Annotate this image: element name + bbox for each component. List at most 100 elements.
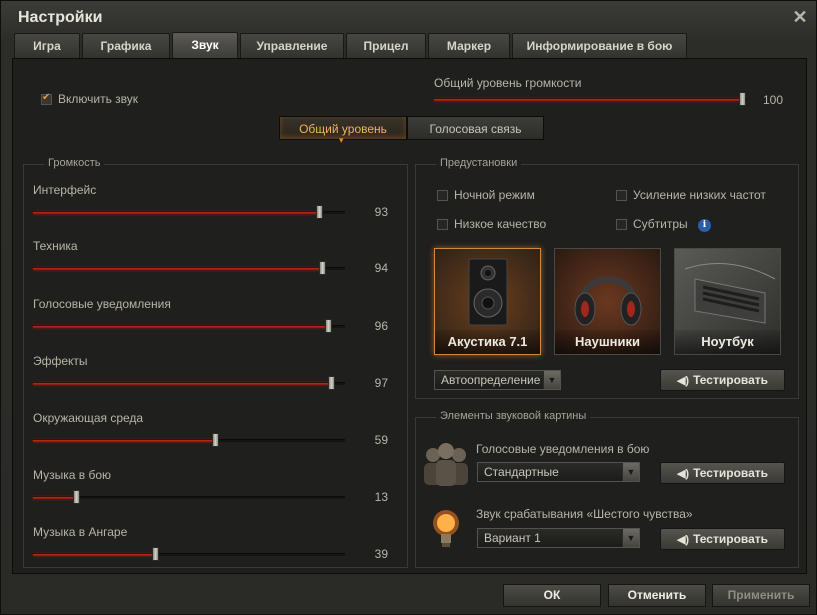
- preset-card-headphones[interactable]: Наушники: [554, 248, 661, 355]
- slider-fill: [33, 383, 331, 385]
- volume-slider-value: 94: [374, 261, 388, 275]
- preset-card-acoustics[interactable]: Акустика 7.1: [434, 248, 541, 355]
- test-device-button[interactable]: ◀) Тестировать: [660, 369, 785, 391]
- voice-notifications-value: Стандартные: [484, 465, 559, 479]
- slider-thumb[interactable]: [324, 319, 332, 333]
- chevron-down-icon: ▼: [543, 371, 560, 389]
- tab-game[interactable]: Игра: [14, 33, 80, 58]
- subtitles-label: Субтитры: [633, 217, 688, 231]
- slider-thumb[interactable]: [72, 490, 80, 504]
- speaker-icon: ◀): [676, 375, 690, 387]
- bass-boost-label: Усиление низких частот: [633, 188, 766, 202]
- volume-slider-value: 13: [374, 490, 388, 504]
- tab-controls[interactable]: Управление: [240, 33, 344, 58]
- night-mode-label: Ночной режим: [454, 188, 535, 202]
- volume-slider[interactable]: [33, 205, 345, 219]
- tab-battle-notifications[interactable]: Информирование в бою: [512, 33, 687, 58]
- volume-slider-value: 93: [374, 205, 388, 219]
- preset-card-label: Акустика 7.1: [435, 330, 540, 354]
- volume-slider[interactable]: [33, 319, 345, 333]
- voice-notifications-label: Голосовые уведомления в бою: [476, 442, 650, 456]
- volume-slider-label: Окружающая среда: [33, 411, 144, 425]
- speaker-icon: [468, 258, 508, 326]
- test-voice-button[interactable]: ◀) Тестировать: [660, 462, 785, 484]
- slider-thumb[interactable]: [318, 261, 326, 275]
- sixth-sense-select[interactable]: Вариант 1 ▼: [477, 528, 640, 548]
- chevron-down-icon: ▾: [339, 135, 344, 145]
- subtitles-checkbox[interactable]: [616, 219, 627, 230]
- device-select-value: Автоопределение: [441, 373, 541, 387]
- bass-boost-checkbox[interactable]: [616, 190, 627, 201]
- volume-slider[interactable]: [33, 433, 345, 447]
- slider-thumb[interactable]: [212, 433, 220, 447]
- chevron-down-icon: ▼: [622, 529, 639, 547]
- ok-button[interactable]: ОК: [503, 584, 601, 607]
- test-sixth-sense-label: Тестировать: [693, 532, 769, 546]
- slider-thumb[interactable]: [739, 92, 746, 106]
- slider-fill: [434, 99, 742, 101]
- tab-marker[interactable]: Маркер: [428, 33, 510, 58]
- enable-sound-label: Включить звук: [58, 92, 139, 106]
- night-mode-checkbox[interactable]: [437, 190, 448, 201]
- volume-slider-label: Голосовые уведомления: [33, 297, 171, 311]
- close-icon[interactable]: ✕: [790, 7, 810, 27]
- volume-slider[interactable]: [33, 376, 345, 390]
- volume-group-title: Громкость: [44, 157, 105, 169]
- chevron-down-icon: ▼: [622, 463, 639, 481]
- master-volume-slider[interactable]: [434, 92, 747, 106]
- lightbulb-icon: [433, 510, 459, 547]
- speaker-icon: ◀): [676, 534, 690, 546]
- preset-card-label: Ноутбук: [675, 330, 780, 354]
- test-sixth-sense-button[interactable]: ◀) Тестировать: [660, 528, 785, 550]
- volume-slider-value: 96: [374, 319, 388, 333]
- low-quality-label: Низкое качество: [454, 217, 547, 231]
- volume-slider[interactable]: [33, 547, 345, 561]
- device-select[interactable]: Автоопределение ▼: [434, 370, 561, 390]
- volume-slider-value: 97: [374, 376, 388, 390]
- slider-thumb[interactable]: [151, 547, 159, 561]
- sound-elements-title: Элементы звуковой картины: [436, 410, 591, 422]
- master-volume-value: 100: [762, 93, 783, 107]
- slider-fill: [33, 326, 328, 328]
- test-device-label: Тестировать: [693, 373, 769, 387]
- window-title: Настройки: [18, 9, 103, 26]
- settings-window: Настройки ✕ Игра Графика Звук Управление…: [0, 0, 817, 615]
- cancel-button[interactable]: Отменить: [608, 584, 706, 607]
- volume-slider[interactable]: [33, 261, 345, 275]
- enable-sound-checkbox[interactable]: [41, 92, 52, 105]
- voice-notifications-select[interactable]: Стандартные ▼: [477, 462, 640, 482]
- tab-crosshair[interactable]: Прицел: [346, 33, 426, 58]
- volume-slider-label: Техника: [33, 239, 78, 253]
- slider-fill: [33, 497, 76, 499]
- volume-slider-label: Музыка в Ангаре: [33, 525, 128, 539]
- slider-fill: [33, 212, 319, 214]
- tab-graphics[interactable]: Графика: [82, 33, 170, 58]
- preset-card-label: Наушники: [555, 330, 660, 354]
- master-volume-label: Общий уровень громкости: [434, 76, 582, 90]
- volume-slider-value: 39: [374, 547, 388, 561]
- apply-button[interactable]: Применить: [712, 584, 810, 607]
- tab-sound[interactable]: Звук: [172, 32, 238, 59]
- presets-group-title: Предустановки: [436, 157, 522, 169]
- speaker-icon: ◀): [676, 468, 690, 480]
- test-voice-label: Тестировать: [693, 466, 769, 480]
- low-quality-checkbox[interactable]: [437, 219, 448, 230]
- sixth-sense-label: Звук срабатывания «Шестого чувства»: [476, 507, 693, 521]
- laptop-icon: [684, 263, 776, 324]
- sixth-sense-value: Вариант 1: [484, 531, 541, 545]
- segment-voice-chat[interactable]: Голосовая связь: [407, 116, 544, 140]
- info-icon[interactable]: i: [698, 219, 711, 232]
- preset-card-laptop[interactable]: Ноутбук: [674, 248, 781, 355]
- volume-slider-label: Эффекты: [33, 354, 88, 368]
- slider-fill: [33, 440, 216, 442]
- crew-icon: [424, 443, 468, 486]
- volume-slider[interactable]: [33, 490, 345, 504]
- slider-thumb[interactable]: [327, 376, 335, 390]
- headphones-icon: [574, 276, 642, 326]
- slider-fill: [33, 268, 322, 270]
- volume-slider-label: Музыка в бою: [33, 468, 112, 482]
- volume-slider-value: 59: [374, 433, 388, 447]
- slider-fill: [33, 554, 155, 556]
- volume-slider-label: Интерфейс: [33, 183, 97, 197]
- slider-thumb[interactable]: [315, 205, 323, 219]
